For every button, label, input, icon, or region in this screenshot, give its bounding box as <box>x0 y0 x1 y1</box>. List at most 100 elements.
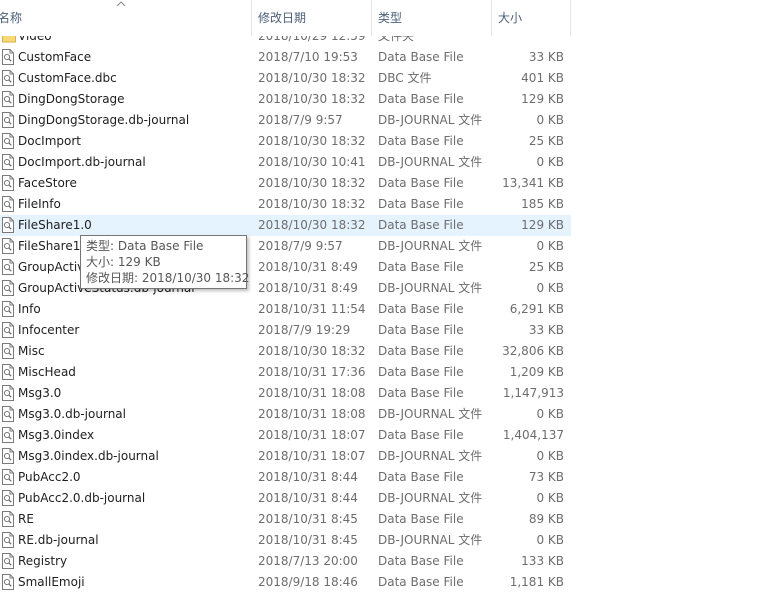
file-date-modified: 2018/10/31 8:44 <box>258 491 358 505</box>
column-header-date-modified[interactable]: 修改日期 <box>252 0 372 36</box>
file-row[interactable]: Msg3.0.db-journal 2018/10/31 18:08 DB-JOUR… <box>0 404 571 425</box>
file-icon <box>2 448 14 464</box>
file-name: Msg3.0index <box>18 428 95 442</box>
file-row[interactable]: Misc 2018/10/30 18:32 Data Base File 32,806… <box>0 341 571 362</box>
file-size: 25 KB <box>528 134 564 148</box>
file-row[interactable]: RE 2018/10/31 8:45 Data Base File 89 KB <box>0 509 571 530</box>
file-name: FaceStore <box>18 176 77 190</box>
file-size: 0 KB <box>536 113 564 127</box>
file-row[interactable]: Registry 2018/7/13 20:00 Data Base File 133… <box>0 551 571 572</box>
file-type: Data Base File <box>378 470 464 484</box>
file-size: 13,341 KB <box>502 176 564 190</box>
column-header-type[interactable]: 类型 <box>372 0 492 36</box>
file-date-modified: 2018/10/30 18:32 <box>258 197 366 211</box>
file-date-modified: 2018/10/30 10:41 <box>258 155 366 169</box>
file-size: 0 KB <box>536 407 564 421</box>
file-size: 89 KB <box>528 512 564 526</box>
file-size: 0 KB <box>536 155 564 169</box>
file-size: 129 KB <box>521 92 564 106</box>
column-header-bar: 名称 修改日期 类型 大小 <box>0 0 571 36</box>
file-name: Msg3.0index.db-journal <box>18 449 159 463</box>
file-row[interactable]: Msg3.0 2018/10/31 18:08 Data Base File 1,14… <box>0 383 571 404</box>
file-type: Data Base File <box>378 134 464 148</box>
file-icon <box>2 511 14 527</box>
file-date-modified: 2018/10/30 18:32 <box>258 218 366 232</box>
file-row[interactable]: DocImport 2018/10/30 18:32 Data Base File 2… <box>0 131 571 152</box>
file-size: 33 KB <box>528 323 564 337</box>
file-date-modified: 2018/10/30 18:32 <box>258 134 366 148</box>
file-date-modified: 2018/10/30 18:32 <box>258 176 366 190</box>
file-type: Data Base File <box>378 428 464 442</box>
file-size: 33 KB <box>528 50 564 64</box>
file-row[interactable]: PubAcc2.0 2018/10/31 8:44 Data Base File 73… <box>0 467 571 488</box>
file-size: 1,404,137 <box>502 428 564 442</box>
file-name: CustomFace <box>18 50 92 64</box>
file-row[interactable]: Infocenter 2018/7/9 19:29 Data Base File 33… <box>0 320 571 341</box>
file-type: Data Base File <box>378 260 464 274</box>
file-type: DB-JOURNAL 文件 <box>378 281 483 295</box>
file-date-modified: 2018/10/30 18:32 <box>258 92 366 106</box>
file-row[interactable]: DingDongStorage.db-journal 2018/7/9 9:57 D… <box>0 110 571 131</box>
file-name: MiscHead <box>18 365 76 379</box>
file-row[interactable]: Info 2018/10/31 11:54 Data Base File 6,291 … <box>0 299 571 320</box>
file-icon <box>2 259 14 275</box>
file-size: 401 KB <box>521 71 564 85</box>
file-size: 73 KB <box>528 470 564 484</box>
file-icon <box>2 49 14 65</box>
file-type: Data Base File <box>378 197 464 211</box>
file-icon <box>2 70 14 86</box>
file-row[interactable]: RE.db-journal 2018/10/31 8:45 DB-JOURNAL 文… <box>0 530 571 551</box>
file-size: 133 KB <box>521 554 564 568</box>
file-date-modified: 2018/10/31 18:07 <box>258 428 366 442</box>
file-row[interactable]: Msg3.0index.db-journal 2018/10/31 18:07 DB… <box>0 446 571 467</box>
file-date-modified: 2018/7/13 20:00 <box>258 554 358 568</box>
column-header-size[interactable]: 大小 <box>492 0 571 36</box>
file-icon <box>2 427 14 443</box>
tooltip-type: 类型: Data Base File <box>86 239 204 253</box>
file-row[interactable]: FaceStore 2018/10/30 18:32 Data Base File 1… <box>0 173 571 194</box>
file-date-modified: 2018/7/9 9:57 <box>258 113 343 127</box>
file-icon <box>2 91 14 107</box>
file-row[interactable]: DingDongStorage 2018/10/30 18:32 Data Base… <box>0 89 571 110</box>
file-type: DBC 文件 <box>378 71 432 85</box>
file-row[interactable]: Msg3.0index 2018/10/31 18:07 Data Base Fil… <box>0 425 571 446</box>
file-icon <box>2 217 14 233</box>
file-date-modified: 2018/10/31 11:54 <box>258 302 366 316</box>
file-name: PubAcc2.0.db-journal <box>18 491 146 505</box>
file-icon <box>2 385 14 401</box>
file-row[interactable]: FileShare1.0 2018/10/30 18:32 Data Base Fi… <box>0 215 571 236</box>
file-row[interactable]: CustomFace 2018/7/10 19:53 Data Base File 3… <box>0 47 571 68</box>
file-date-modified: 2018/7/9 9:57 <box>258 239 343 253</box>
file-date-modified: 2018/10/31 8:49 <box>258 260 358 274</box>
file-name: SmallEmoji <box>18 575 85 589</box>
file-date-modified: 2018/7/9 19:29 <box>258 323 351 337</box>
file-type: Data Base File <box>378 50 464 64</box>
file-type: DB-JOURNAL 文件 <box>378 491 483 505</box>
file-name: DingDongStorage <box>18 92 125 106</box>
tooltip-date: 修改日期: 2018/10/30 18:32 <box>86 271 250 285</box>
file-date-modified: 2018/10/31 8:49 <box>258 281 358 295</box>
file-size: 129 KB <box>521 218 564 232</box>
file-row[interactable]: SmallEmoji 2018/9/18 18:46 Data Base File 1… <box>0 572 571 592</box>
file-row[interactable]: PubAcc2.0.db-journal 2018/10/31 8:44 DB-JO… <box>0 488 571 509</box>
file-size: 25 KB <box>528 260 564 274</box>
file-size: 0 KB <box>536 491 564 505</box>
tooltip-size: 大小: 129 KB <box>86 255 161 269</box>
file-size: 0 KB <box>536 239 564 253</box>
file-type: Data Base File <box>378 554 464 568</box>
file-name: Info <box>18 302 41 316</box>
file-type: DB-JOURNAL 文件 <box>378 407 483 421</box>
file-icon <box>2 553 14 569</box>
file-icon <box>2 196 14 212</box>
file-name: DocImport.db-journal <box>18 155 146 169</box>
sort-ascending-icon <box>116 1 126 7</box>
file-row[interactable]: MiscHead 2018/10/31 17:36 Data Base File 1,… <box>0 362 571 383</box>
file-type: DB-JOURNAL 文件 <box>378 533 483 547</box>
file-row[interactable]: DocImport.db-journal 2018/10/30 10:41 DB-J… <box>0 152 571 173</box>
file-type: Data Base File <box>378 218 464 232</box>
file-icon <box>2 490 14 506</box>
file-size: 1,181 KB <box>509 575 564 589</box>
file-size: 0 KB <box>536 281 564 295</box>
file-row[interactable]: CustomFace.dbc 2018/10/30 18:32 DBC 文件 401 … <box>0 68 571 89</box>
file-row[interactable]: FileInfo 2018/10/30 18:32 Data Base File 18… <box>0 194 571 215</box>
